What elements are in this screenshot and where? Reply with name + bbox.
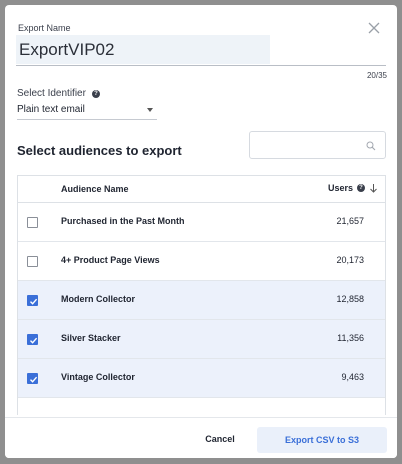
info-icon[interactable]: ? [91, 89, 100, 98]
audience-table: Audience Name Users ? Purchased in the P… [17, 175, 386, 415]
table-row[interactable]: Purchased in the Past Month 21,657 [18, 203, 385, 242]
audience-name: Vintage Collector [61, 372, 135, 382]
column-header-audience-name[interactable]: Audience Name [61, 184, 129, 194]
row-checkbox[interactable] [27, 334, 38, 345]
table-row[interactable]: Vintage Collector 9,463 [18, 359, 385, 398]
export-name-input[interactable] [16, 35, 270, 64]
export-name-label: Export Name [18, 23, 71, 33]
row-checkbox[interactable] [27, 256, 38, 267]
export-name-underline [16, 65, 386, 66]
identifier-selected-value: Plain text email [17, 104, 85, 115]
identifier-label: Select Identifier ? [17, 88, 100, 99]
table-row[interactable]: Modern Collector 12,858 [18, 281, 385, 320]
audience-name: Modern Collector [61, 294, 136, 304]
audience-users: 12,858 [336, 294, 364, 304]
audience-name: 4+ Product Page Views [61, 255, 160, 265]
identifier-label-text: Select Identifier [17, 88, 86, 99]
checkmark-icon [30, 376, 38, 383]
search-icon[interactable] [366, 141, 376, 151]
identifier-select[interactable]: Plain text email [17, 100, 157, 120]
export-modal: Export Name 20/35 Select Identifier ? Pl… [5, 5, 397, 458]
section-title: Select audiences to export [17, 143, 182, 158]
chevron-down-icon [147, 108, 153, 112]
table-row[interactable]: Silver Stacker 11,356 [18, 320, 385, 359]
arrow-down-icon[interactable] [369, 183, 378, 193]
close-icon[interactable] [367, 21, 381, 35]
column-header-users[interactable]: Users ? [328, 183, 378, 193]
audience-users: 20,173 [336, 255, 364, 265]
audience-name: Silver Stacker [61, 333, 121, 343]
audience-users: 21,657 [336, 216, 364, 226]
export-csv-button[interactable]: Export CSV to S3 [257, 427, 387, 453]
checkmark-icon [30, 337, 38, 344]
audience-users: 9,463 [341, 372, 364, 382]
audience-users: 11,356 [337, 333, 364, 343]
column-header-users-label: Users [327, 183, 353, 193]
modal-footer: Cancel Export CSV to S3 [5, 417, 397, 458]
search-input[interactable] [256, 137, 356, 153]
cancel-button[interactable]: Cancel [195, 429, 245, 449]
checkmark-icon [30, 298, 38, 305]
table-header: Audience Name Users ? [18, 176, 385, 203]
audience-name: Purchased in the Past Month [61, 216, 185, 226]
search-box[interactable] [249, 131, 386, 159]
table-row[interactable]: 4+ Product Page Views 20,173 [18, 242, 385, 281]
info-icon[interactable]: ? [357, 184, 365, 192]
row-checkbox[interactable] [27, 217, 38, 228]
char-count: 20/35 [366, 71, 387, 80]
row-checkbox[interactable] [27, 373, 38, 384]
row-checkbox[interactable] [27, 295, 38, 306]
